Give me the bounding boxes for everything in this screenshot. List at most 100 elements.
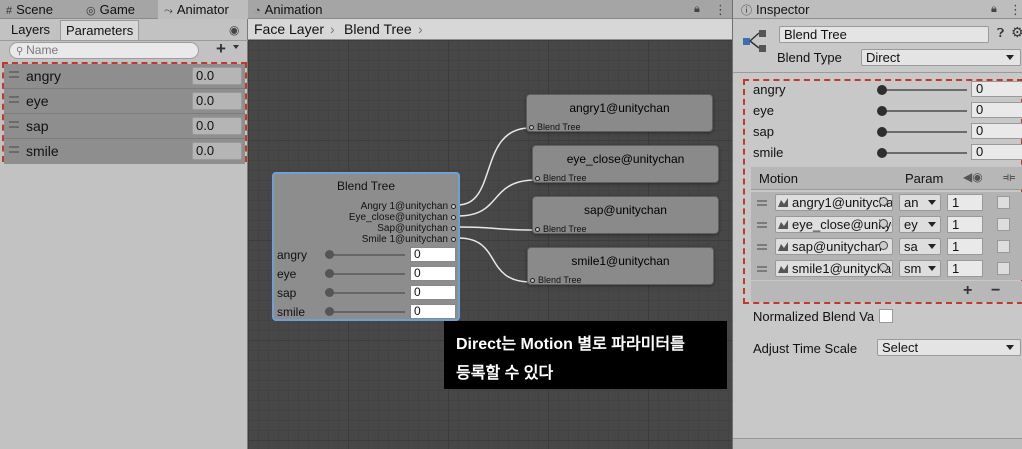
input-port-icon[interactable]	[529, 125, 534, 130]
drag-handle-icon[interactable]	[757, 222, 767, 228]
tab-game[interactable]: ◎ Game	[86, 0, 135, 19]
parameter-row[interactable]: smile 0.0	[4, 139, 245, 164]
add-parameter-button[interactable]: +	[216, 39, 226, 59]
parameter-value-field[interactable]: 0.0	[192, 92, 242, 110]
motion-node-sap[interactable]: sap@unitychan Blend Tree	[532, 196, 719, 234]
help-icon[interactable]: ❓︎	[997, 26, 1004, 41]
slider-value-field[interactable]: 0	[410, 266, 456, 281]
tab-layers[interactable]: Layers	[6, 20, 55, 40]
gear-icon[interactable]: ⚙	[1011, 24, 1022, 41]
motion-row[interactable]: eye_close@unitychan ey 1	[751, 214, 1022, 236]
param-dropdown[interactable]: ey	[899, 216, 941, 233]
normalized-blend-checkbox[interactable]	[879, 309, 893, 323]
motion-node-eye-close[interactable]: eye_close@unitychan Blend Tree	[532, 145, 719, 183]
motion-row[interactable]: smile1@unitychan sm 1	[751, 258, 1022, 280]
chevron-down-icon[interactable]	[233, 45, 239, 49]
mirror-checkbox[interactable]	[997, 218, 1010, 231]
motion-value-field[interactable]: 1	[947, 194, 983, 211]
parameter-value-field[interactable]: 0.0	[192, 142, 242, 160]
motion-node-angry[interactable]: angry1@unitychan Blend Tree	[526, 94, 713, 132]
blend-tree-node[interactable]: Blend Tree Angry 1@unitychan Eye_close@u…	[272, 172, 460, 321]
param-dropdown[interactable]: sa	[899, 238, 941, 255]
mirror-checkbox[interactable]	[997, 196, 1010, 209]
lock-icon[interactable]: 🔒︎	[694, 0, 700, 19]
slider-knob[interactable]	[877, 85, 887, 95]
slider-track[interactable]	[325, 254, 405, 256]
output-port-icon[interactable]	[451, 204, 456, 209]
object-picker-icon[interactable]	[879, 263, 888, 272]
slider-knob[interactable]	[877, 106, 887, 116]
motion-row[interactable]: sap@unitychan sa 1	[751, 236, 1022, 258]
tab-inspector[interactable]: ⓘ Inspector	[741, 0, 809, 19]
blend-type-dropdown[interactable]: Direct	[861, 49, 1021, 66]
mirror-checkbox[interactable]	[997, 262, 1010, 275]
output-port-icon[interactable]	[451, 215, 456, 220]
slider-track[interactable]	[325, 273, 405, 275]
slider-value-field[interactable]: 0	[410, 285, 456, 300]
motion-node-smile[interactable]: smile1@unitychan Blend Tree	[527, 247, 714, 285]
parameter-row[interactable]: angry 0.0	[4, 64, 245, 89]
slider-value-field[interactable]: 0	[410, 304, 456, 319]
more-options-icon[interactable]: ⋮	[714, 0, 727, 19]
object-picker-icon[interactable]	[879, 197, 888, 206]
slider-value-field[interactable]: 0	[971, 144, 1022, 160]
param-dropdown[interactable]: sm	[899, 260, 941, 277]
motion-clip-field[interactable]: smile1@unitychan	[775, 260, 893, 277]
slider-knob[interactable]	[325, 307, 334, 316]
slider-knob[interactable]	[877, 148, 887, 158]
parameter-value-field[interactable]: 0.0	[192, 117, 242, 135]
parameter-search-input[interactable]: ⚲ Name	[9, 42, 199, 59]
tab-scene[interactable]: # Scene	[6, 0, 53, 19]
more-options-icon[interactable]: ⋮	[1009, 0, 1022, 19]
slider-value-field[interactable]: 0	[971, 102, 1022, 118]
slider-track[interactable]	[881, 131, 967, 133]
motion-clip-field[interactable]: angry1@unitychan	[775, 194, 893, 211]
adjust-time-scale-dropdown[interactable]: Select	[877, 339, 1021, 356]
motion-clip-field[interactable]: sap@unitychan	[775, 238, 893, 255]
drag-handle-icon[interactable]	[757, 244, 767, 250]
remove-motion-button[interactable]: −	[991, 282, 1000, 300]
drag-handle-icon[interactable]	[9, 71, 19, 78]
lock-icon[interactable]: 🔒︎	[991, 0, 997, 19]
motion-value-field[interactable]: 1	[947, 260, 983, 277]
slider-knob[interactable]	[877, 127, 887, 137]
object-picker-icon[interactable]	[879, 219, 888, 228]
slider-knob[interactable]	[325, 250, 334, 259]
input-port-icon[interactable]	[530, 278, 535, 283]
breadcrumb-face-layer[interactable]: Face Layer	[254, 19, 324, 40]
slider-value-field[interactable]: 0	[410, 247, 456, 262]
slider-knob[interactable]	[325, 288, 334, 297]
slider-track[interactable]	[881, 152, 967, 154]
add-motion-button[interactable]: +	[963, 282, 972, 300]
tab-parameters[interactable]: Parameters	[60, 20, 140, 40]
motion-clip-field[interactable]: eye_close@unitychan	[775, 216, 893, 233]
param-dropdown[interactable]: an	[899, 194, 941, 211]
output-port-icon[interactable]	[451, 226, 456, 231]
motion-row[interactable]: angry1@unitychan an 1	[751, 192, 1022, 214]
drag-handle-icon[interactable]	[9, 96, 19, 103]
motion-value-field[interactable]: 1	[947, 216, 983, 233]
slider-value-field[interactable]: 0	[971, 123, 1022, 139]
slider-track[interactable]	[881, 89, 967, 91]
parameter-row[interactable]: eye 0.0	[4, 89, 245, 114]
name-field[interactable]: Blend Tree	[779, 26, 989, 43]
slider-track[interactable]	[325, 292, 405, 294]
drag-handle-icon[interactable]	[757, 266, 767, 272]
eye-icon[interactable]: ◉	[229, 23, 239, 37]
slider-value-field[interactable]: 0	[971, 81, 1022, 97]
parameter-value-field[interactable]: 0.0	[192, 67, 242, 85]
tab-animator[interactable]: ⤳ Animator	[158, 0, 248, 19]
input-port-icon[interactable]	[535, 176, 540, 181]
slider-knob[interactable]	[325, 269, 334, 278]
mirror-checkbox[interactable]	[997, 240, 1010, 253]
slider-track[interactable]	[881, 110, 967, 112]
slider-track[interactable]	[325, 311, 405, 313]
tab-animation[interactable]: ◔ Animation	[254, 0, 322, 19]
input-port-icon[interactable]	[535, 227, 540, 232]
output-port-icon[interactable]	[451, 237, 456, 242]
parameter-row[interactable]: sap 0.0	[4, 114, 245, 139]
motion-value-field[interactable]: 1	[947, 238, 983, 255]
breadcrumb-blend-tree[interactable]: Blend Tree	[344, 19, 412, 40]
drag-handle-icon[interactable]	[9, 121, 19, 128]
drag-handle-icon[interactable]	[757, 200, 767, 206]
